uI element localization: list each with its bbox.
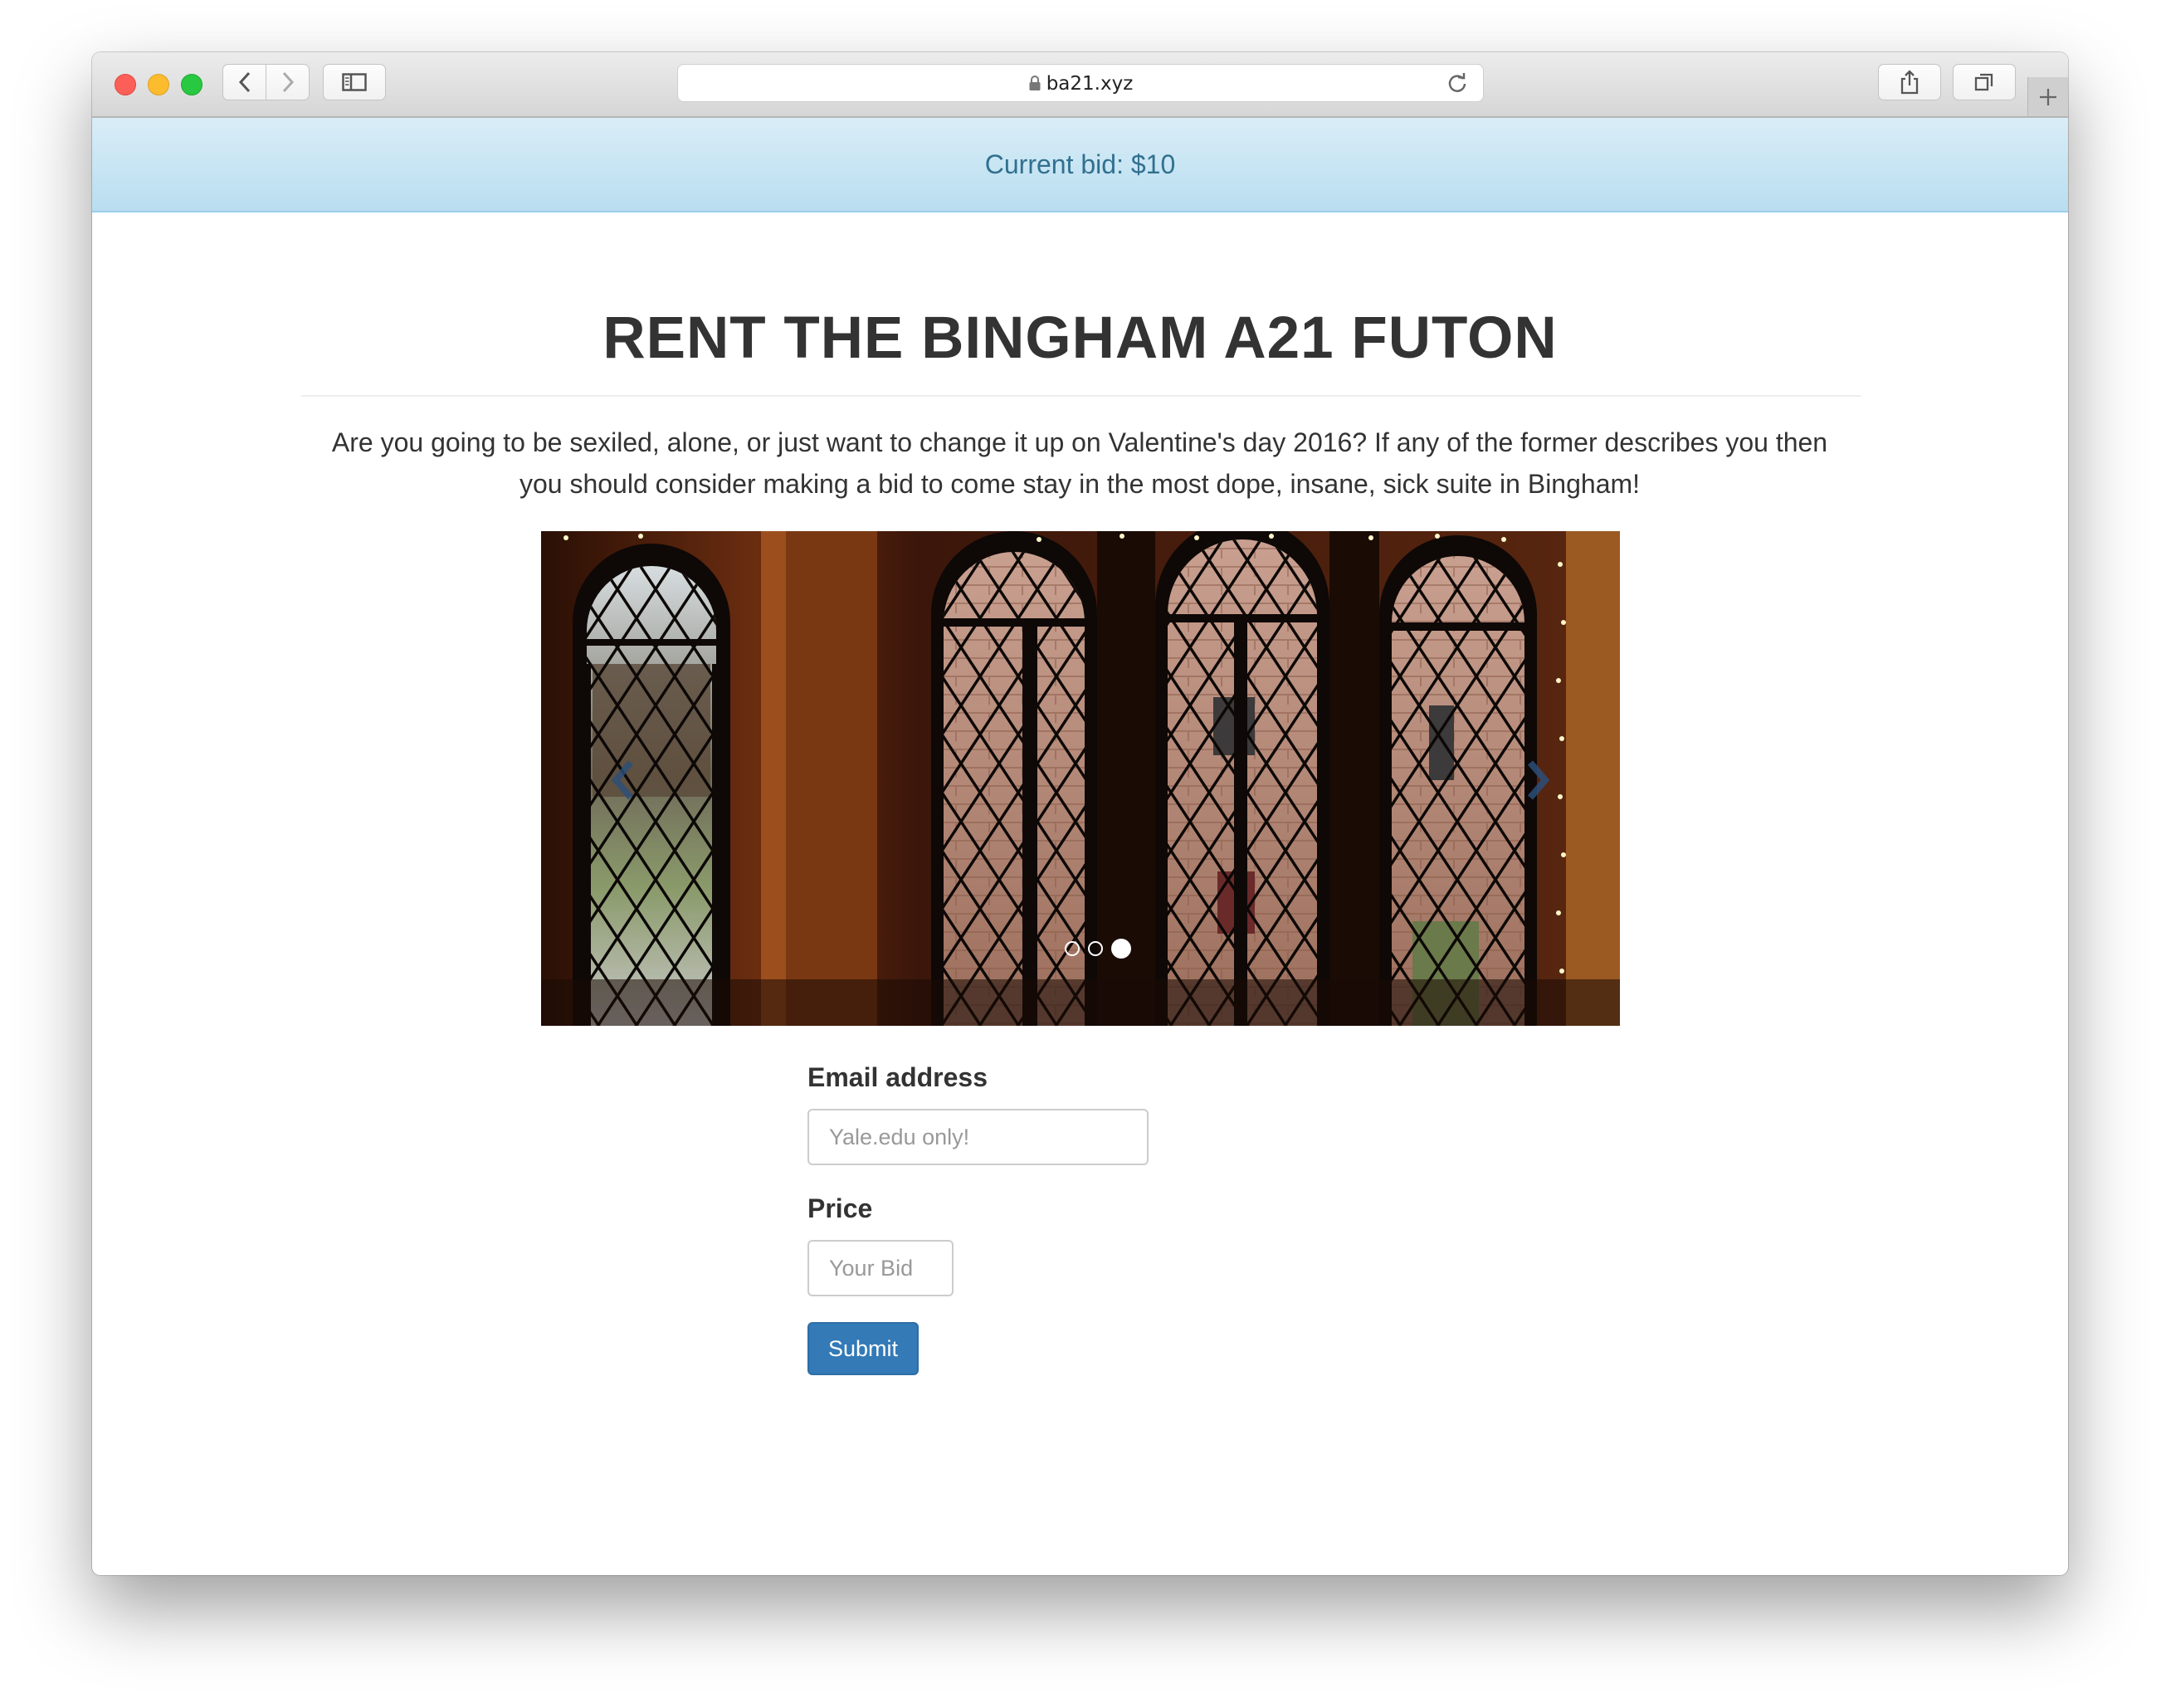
browser-window: ba21.xyz Current bid: $10 RENT THE BINGH…: [92, 52, 2068, 1575]
sidebar-toggle-button[interactable]: [323, 64, 386, 100]
share-button[interactable]: [1878, 64, 1941, 100]
current-bid-alert: Current bid: $10: [92, 118, 2068, 212]
minimize-window-button[interactable]: [148, 74, 169, 95]
url-label: ba21.xyz: [1046, 73, 1134, 95]
email-field[interactable]: [807, 1109, 1149, 1165]
carousel-indicator-3-active[interactable]: [1111, 939, 1131, 959]
page-title: RENT THE BINGHAM A21 FUTON: [602, 305, 1558, 371]
chevron-left-icon: [238, 71, 250, 93]
submit-button[interactable]: Submit: [807, 1322, 919, 1375]
chevron-right-icon: [1527, 760, 1550, 800]
new-tab-button[interactable]: [2027, 77, 2068, 116]
price-label: Price: [807, 1193, 873, 1223]
chevron-right-icon: [282, 71, 294, 93]
share-icon: [1900, 70, 1919, 95]
carousel-indicator-1[interactable]: [1065, 941, 1080, 956]
sidebar-icon: [342, 73, 367, 91]
carousel-prev-control[interactable]: [541, 531, 703, 1026]
zoom-window-button[interactable]: [181, 74, 202, 95]
carousel-next-control[interactable]: [1458, 531, 1620, 1026]
back-button[interactable]: [222, 64, 266, 100]
reload-icon[interactable]: [1446, 72, 1468, 94]
address-bar[interactable]: ba21.xyz: [677, 64, 1484, 102]
price-field[interactable]: [807, 1240, 954, 1296]
tabs-overview-button[interactable]: [1953, 64, 2016, 100]
current-bid-text: Current bid: $10: [984, 149, 1176, 179]
email-label: Email address: [807, 1062, 988, 1092]
title-divider: [301, 395, 1861, 397]
close-window-button[interactable]: [115, 74, 136, 95]
tabs-icon: [1974, 73, 1993, 91]
carousel-indicator-2[interactable]: [1088, 941, 1103, 956]
plus-icon: [2040, 88, 2056, 105]
photo-carousel[interactable]: [541, 531, 1620, 1026]
address-text: ba21.xyz: [678, 73, 1483, 95]
lock-icon: [1029, 76, 1041, 90]
browser-toolbar: ba21.xyz: [92, 52, 2068, 118]
intro-paragraph: Are you going to be sexiled, alone, or j…: [331, 427, 1828, 499]
carousel-indicators: [1065, 938, 1131, 959]
chevron-left-icon: [611, 760, 634, 800]
forward-button[interactable]: [266, 64, 310, 100]
